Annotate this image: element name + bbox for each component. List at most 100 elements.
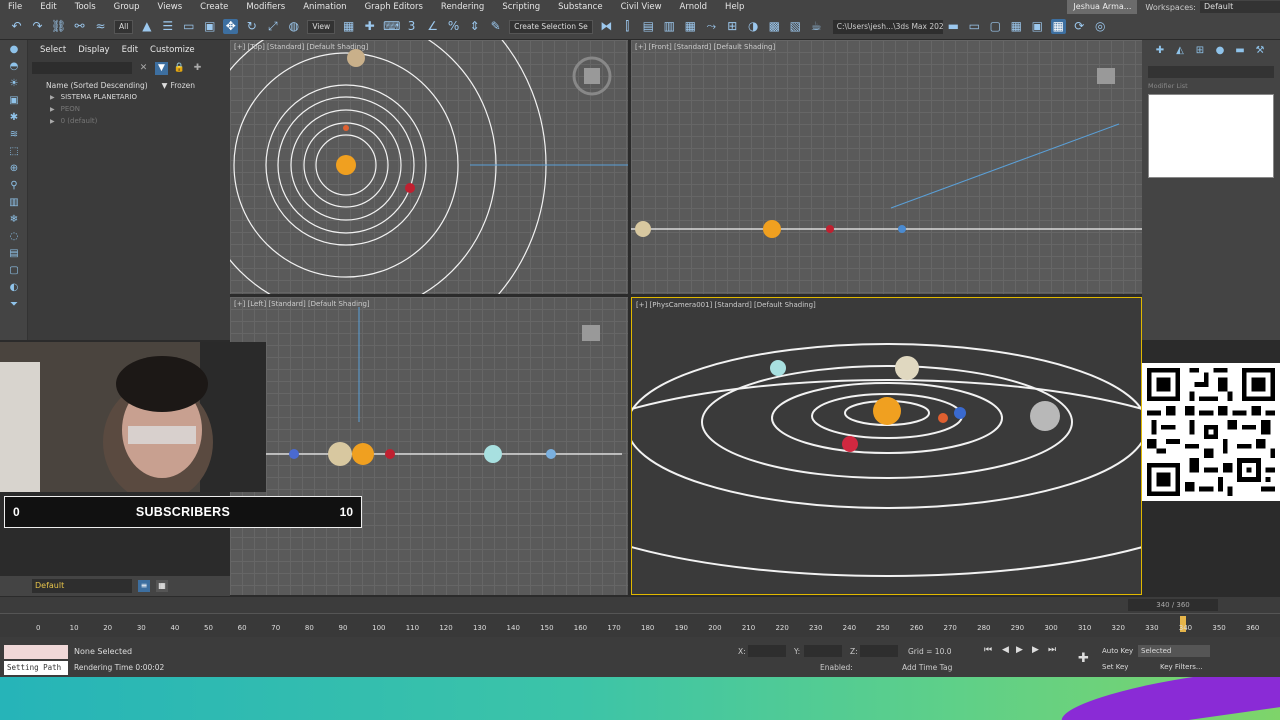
explorer-customize-menu[interactable]: Customize bbox=[144, 45, 201, 55]
display-groups-icon[interactable]: ⬚ bbox=[7, 145, 21, 159]
menu-rendering[interactable]: Rendering bbox=[432, 2, 493, 12]
display-helpers-icon[interactable]: ✱ bbox=[7, 111, 21, 125]
link-icon[interactable]: ⛓ bbox=[51, 19, 66, 34]
project-path[interactable]: C:\Users\jesh...\3ds Max 202 bbox=[832, 19, 943, 34]
previous-frame-icon[interactable]: ◀ bbox=[1002, 645, 1009, 655]
viewport-icon[interactable]: ▣ bbox=[1030, 19, 1045, 34]
menu-views[interactable]: Views bbox=[149, 2, 192, 12]
clear-search-icon[interactable]: ✕ bbox=[137, 62, 150, 75]
pivot-icon[interactable]: ▦ bbox=[341, 19, 356, 34]
hierarchy-tab-icon[interactable]: ⊞ bbox=[1193, 44, 1207, 58]
rect-selection-icon[interactable]: ▭ bbox=[181, 19, 196, 34]
place-icon[interactable]: ◍ bbox=[286, 19, 301, 34]
add-key-icon[interactable]: ✚ bbox=[1078, 651, 1089, 666]
expand-icon[interactable]: ▶ bbox=[50, 94, 55, 101]
object-name-field[interactable] bbox=[1148, 66, 1274, 78]
viewport-front[interactable]: [+] [Front] [Standard] [Default Shading] bbox=[631, 40, 1142, 294]
menu-create[interactable]: Create bbox=[191, 2, 237, 12]
menu-arnold[interactable]: Arnold bbox=[671, 2, 717, 12]
selection-filter-select[interactable]: All bbox=[114, 19, 134, 34]
menu-file[interactable]: File bbox=[0, 2, 31, 12]
utilities-tab-icon[interactable]: ⚒ bbox=[1253, 44, 1267, 58]
display-none-icon[interactable]: ▢ bbox=[7, 264, 21, 278]
current-layer[interactable]: Default bbox=[32, 579, 132, 593]
time-slider[interactable]: 340 / 360 bbox=[0, 597, 1280, 613]
menu-scripting[interactable]: Scripting bbox=[493, 2, 549, 12]
go-to-start-icon[interactable]: ⏮ bbox=[984, 645, 992, 655]
folder-icon[interactable]: ▭ bbox=[967, 19, 982, 34]
layer-explorer-icon[interactable]: ▤ bbox=[641, 19, 656, 34]
expand-icon[interactable]: ▶ bbox=[50, 106, 55, 113]
explorer-edit-menu[interactable]: Edit bbox=[116, 45, 144, 55]
display-cameras-icon[interactable]: ▣ bbox=[7, 94, 21, 108]
keyboard-shortcut-icon[interactable]: ⌨ bbox=[383, 19, 400, 34]
bind-space-warp-icon[interactable]: ≈ bbox=[93, 19, 108, 34]
modifier-list[interactable]: Modifier List bbox=[1148, 82, 1274, 90]
lock-icon[interactable]: 🔒 bbox=[173, 62, 186, 75]
filter-funnel-icon[interactable]: ▼ bbox=[155, 61, 168, 75]
menu-tools[interactable]: Tools bbox=[66, 2, 105, 12]
viewport-left[interactable]: [+] [Left] [Standard] [Default Shading] bbox=[230, 297, 628, 595]
select-manipulate-icon[interactable]: ✚ bbox=[362, 19, 377, 34]
display-xrefs-icon[interactable]: ⊕ bbox=[7, 162, 21, 176]
sync-icon[interactable]: ⟳ bbox=[1072, 19, 1087, 34]
edit-named-selection-icon[interactable]: ✎ bbox=[488, 19, 503, 34]
viewport-label[interactable]: [+] [Front] [Standard] [Default Shading] bbox=[635, 43, 775, 51]
display-lights-icon[interactable]: ☀ bbox=[7, 77, 21, 91]
create-tab-icon[interactable]: ✚ bbox=[1153, 44, 1167, 58]
expand-icon[interactable]: ▶ bbox=[50, 118, 55, 125]
viewport-camera[interactable]: [+] [PhysCamera001] [Standard] [Default … bbox=[631, 297, 1142, 595]
material-editor-icon[interactable]: ◑ bbox=[746, 19, 761, 34]
window-crossing-icon[interactable]: ▣ bbox=[202, 19, 217, 34]
rendered-frame-icon[interactable]: ▧ bbox=[788, 19, 803, 34]
angle-snap-icon[interactable]: ∠ bbox=[425, 19, 440, 34]
render-icon[interactable]: ☕ bbox=[809, 19, 824, 34]
snaps-toggle-icon[interactable]: 3 bbox=[404, 19, 419, 34]
play-icon[interactable]: ▶ bbox=[1016, 645, 1023, 655]
column-name[interactable]: Name (Sorted Descending) bbox=[46, 81, 148, 90]
display-invert-icon[interactable]: ◐ bbox=[7, 281, 21, 295]
layer-manager-icon[interactable]: ≡ bbox=[138, 580, 150, 592]
maxscript-input[interactable] bbox=[4, 645, 68, 659]
mirror-icon[interactable]: ⧓ bbox=[599, 19, 614, 34]
menu-modifiers[interactable]: Modifiers bbox=[237, 2, 294, 12]
user-account[interactable]: Jeshua Arma... bbox=[1067, 0, 1138, 14]
go-to-end-icon[interactable]: ⏭ bbox=[1048, 645, 1056, 655]
z-field[interactable] bbox=[860, 645, 898, 657]
select-by-name-icon[interactable]: ☰ bbox=[160, 19, 175, 34]
display-all-icon[interactable]: ▤ bbox=[7, 247, 21, 261]
menu-animation[interactable]: Animation bbox=[294, 2, 355, 12]
tree-row[interactable]: ▶ 0 (default) bbox=[28, 115, 230, 127]
menu-group[interactable]: Group bbox=[105, 2, 149, 12]
undo-icon[interactable]: ↶ bbox=[9, 19, 24, 34]
modifier-stack[interactable] bbox=[1148, 94, 1274, 178]
display-spacewarps-icon[interactable]: ≋ bbox=[7, 128, 21, 142]
explorer-search-input[interactable] bbox=[32, 62, 132, 74]
set-key-button[interactable]: Set Key bbox=[1102, 663, 1128, 671]
next-frame-icon[interactable]: ▶ bbox=[1032, 645, 1039, 655]
move-icon[interactable]: ✥ bbox=[223, 19, 239, 34]
tile-icon[interactable]: ▦ bbox=[1009, 19, 1024, 34]
display-tab-icon[interactable]: ▬ bbox=[1233, 44, 1247, 58]
explorer-display-menu[interactable]: Display bbox=[72, 45, 115, 55]
menu-civil-view[interactable]: Civil View bbox=[612, 2, 671, 12]
y-field[interactable] bbox=[804, 645, 842, 657]
viewport-label[interactable]: [+] [Left] [Standard] [Default Shading] bbox=[234, 300, 370, 308]
add-layer-icon[interactable]: ✚ bbox=[191, 62, 204, 75]
auto-key-button[interactable]: Auto Key bbox=[1102, 647, 1133, 655]
explorer-select-menu[interactable]: Select bbox=[34, 45, 72, 55]
align-icon[interactable]: ⫿ bbox=[620, 19, 635, 34]
time-slider-handle[interactable]: 340 / 360 bbox=[1128, 599, 1218, 611]
viewport-label[interactable]: [+] [Top] [Standard] [Default Shading] bbox=[234, 43, 368, 51]
menu-graph-editors[interactable]: Graph Editors bbox=[356, 2, 432, 12]
reference-coord-select[interactable]: View bbox=[307, 19, 336, 34]
filter-icon[interactable]: ⏷ bbox=[7, 298, 21, 312]
viewport-label[interactable]: [+] [PhysCamera001] [Standard] [Default … bbox=[636, 301, 816, 309]
redo-icon[interactable]: ↷ bbox=[30, 19, 45, 34]
menu-substance[interactable]: Substance bbox=[549, 2, 611, 12]
named-selection-set[interactable]: Create Selection Se bbox=[509, 19, 593, 34]
schematic-view-icon[interactable]: ⊞ bbox=[725, 19, 740, 34]
ribbon-icon[interactable]: ▦ bbox=[683, 19, 698, 34]
window-icon[interactable]: ▢ bbox=[988, 19, 1003, 34]
spinner-snap-icon[interactable]: ⇕ bbox=[467, 19, 482, 34]
